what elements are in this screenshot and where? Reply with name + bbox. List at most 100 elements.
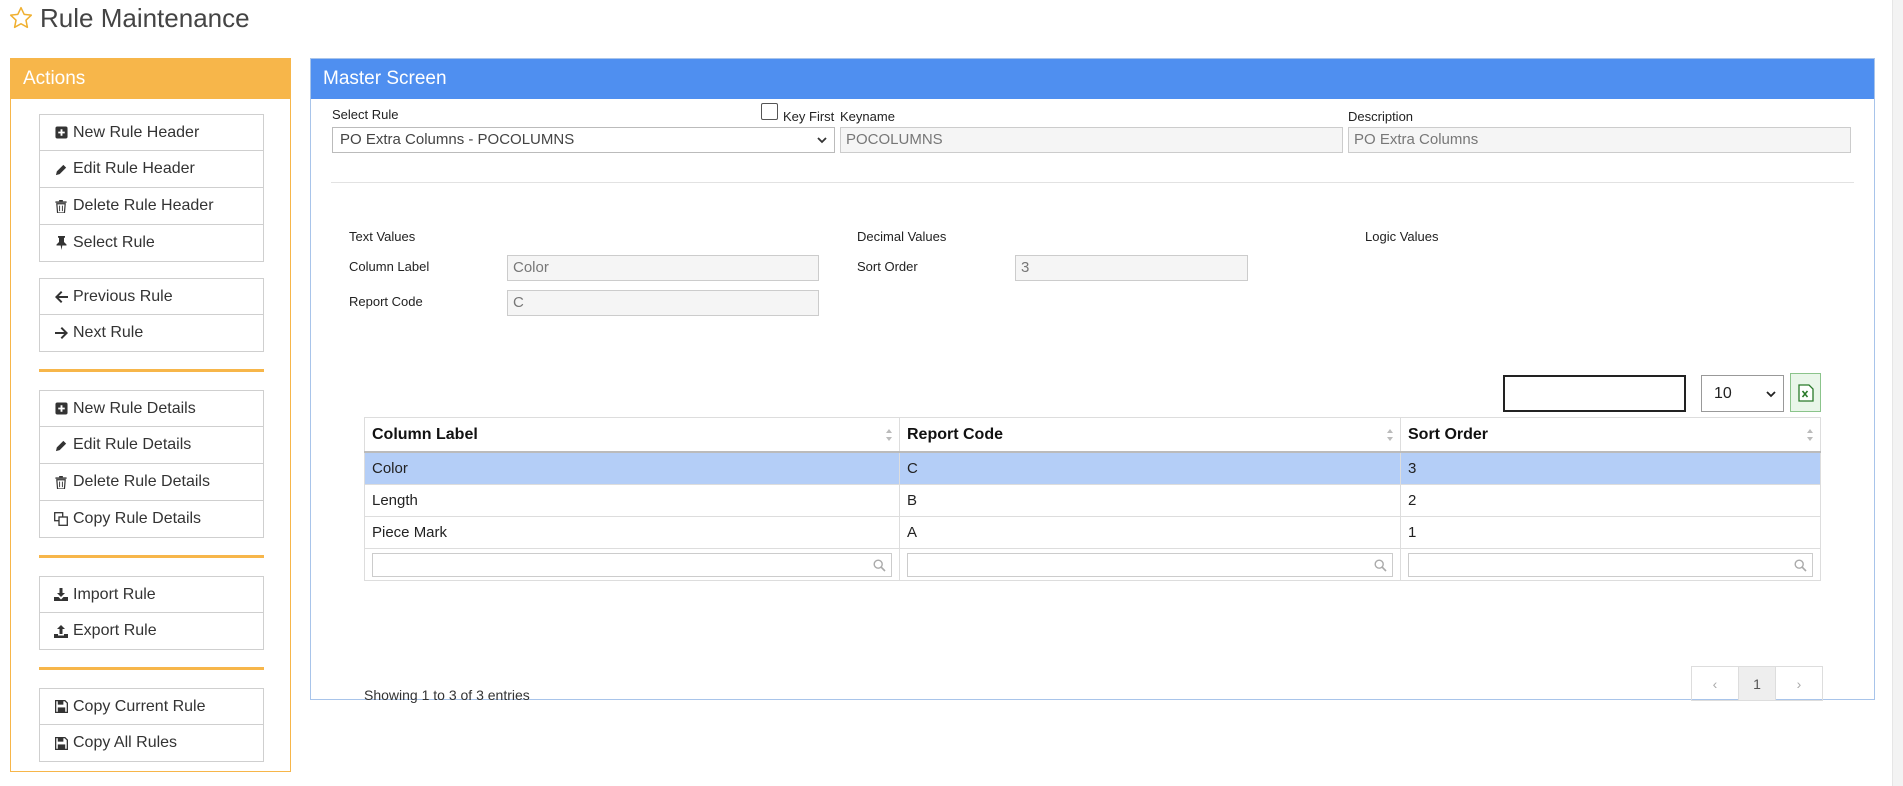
table-cell: 2 [1400,484,1821,517]
details-actions-group: New Rule Details Edit Rule Details Delet… [39,390,264,538]
actions-panel: Actions New Rule Header Edit Rule Header… [10,58,291,772]
download-icon [54,588,68,602]
export-excel-button[interactable] [1790,373,1821,412]
excel-file-icon [1797,383,1814,402]
import-export-group: Import Rule Export Rule [39,576,264,650]
sort-icon [1807,429,1813,441]
export-rule-button[interactable]: Export Rule [39,613,264,650]
edit-rule-details-button[interactable]: Edit Rule Details [39,427,264,464]
master-screen-panel: Master Screen Select Rule PO Extra Colum… [310,58,1875,703]
upload-icon [54,624,68,638]
page-length-value: 10 [1714,385,1732,402]
delete-rule-details-button[interactable]: Delete Rule Details [39,464,264,501]
key-first-checkbox[interactable] [761,103,778,120]
filter-row [364,548,1821,581]
copy-icon [54,512,68,526]
description-value: PO Extra Columns [1354,131,1479,148]
select-rule-button[interactable]: Select Rule [39,225,264,262]
sort-order-field[interactable]: 3 [1015,255,1248,281]
column-header-label: Sort Order [1408,425,1489,443]
text-values-heading: Text Values [349,229,416,244]
previous-rule-button[interactable]: Previous Rule [39,278,264,315]
copy-all-rules-button[interactable]: Copy All Rules [39,725,264,762]
button-label: Copy Rule Details [73,510,202,527]
pagination-page-1[interactable]: 1 [1738,667,1776,700]
description-field[interactable]: PO Extra Columns [1348,127,1851,153]
report-code-field[interactable]: C [507,290,819,316]
button-label: Edit Rule Details [73,436,192,453]
search-icon [1794,558,1807,572]
button-label: Delete Rule Header [73,197,214,214]
chevron-down-icon [817,137,827,144]
trash-icon [54,199,68,213]
plus-square-icon [54,402,68,416]
pagination-next-button[interactable]: › [1776,667,1822,700]
table-row[interactable]: Color C 3 [364,451,1821,485]
new-rule-details-button[interactable]: New Rule Details [39,390,264,427]
column-filter-input[interactable] [1408,552,1813,577]
column-header-column-label[interactable]: Column Label [364,417,900,453]
sort-order-label: Sort Order [857,259,918,274]
floppy-disk-icon [54,700,68,714]
button-label: Delete Rule Details [73,473,210,490]
arrow-right-icon [54,326,68,340]
floppy-disk-icon [54,736,68,750]
next-rule-button[interactable]: Next Rule [39,315,264,352]
key-first-label: Key First [783,109,835,124]
table-cell: B [899,484,1401,517]
navigation-group: Previous Rule Next Rule [39,278,264,352]
pagination-previous-button[interactable]: ‹ [1692,667,1738,700]
page-title-area: Rule Maintenance [8,2,250,34]
select-rule-dropdown[interactable]: PO Extra Columns - POCOLUMNS [332,127,835,153]
plus-square-icon [54,126,68,140]
button-label: Export Rule [73,622,157,639]
copy-rule-details-button[interactable]: Copy Rule Details [39,501,264,538]
section-divider [39,555,264,558]
report-code-value: C [513,294,524,311]
column-label-value: Color [513,259,549,276]
table-cell: C [899,451,1401,485]
table-cell: 3 [1400,451,1821,485]
header-actions-group: New Rule Header Edit Rule Header Delete … [39,114,264,262]
table-search-input[interactable] [1503,375,1686,412]
table-cell: A [899,516,1401,549]
table-cell: Color [364,451,900,485]
pagination: ‹ 1 › [1691,666,1823,701]
window-scrollbar[interactable] [1892,0,1903,786]
column-header-label: Column Label [372,425,478,443]
column-filter-input[interactable] [372,552,892,577]
form-divider [331,182,1854,183]
page-length-select[interactable]: 10 [1701,375,1784,412]
column-header-report-code[interactable]: Report Code [899,417,1401,453]
table-row[interactable]: Length B 2 [364,484,1821,517]
select-rule-value: PO Extra Columns - POCOLUMNS [340,131,575,148]
actions-heading: Actions [11,59,290,99]
master-screen-heading: Master Screen [311,59,1874,99]
page-title: Rule Maintenance [40,2,250,33]
column-filter-input[interactable] [907,552,1393,577]
pencil-icon [54,438,68,452]
chevron-down-icon [1766,391,1776,398]
button-label: Copy All Rules [73,734,178,751]
copy-current-rule-button[interactable]: Copy Current Rule [39,688,264,725]
table-row[interactable]: Piece Mark A 1 [364,516,1821,549]
table-info: Showing 1 to 3 of 3 entries [364,687,530,703]
filter-cell [899,548,1401,581]
keyname-label: Keyname [840,109,895,124]
column-label-label: Column Label [349,259,430,274]
filter-cell [364,548,900,581]
pin-icon [54,236,68,250]
filter-cell [1400,548,1821,581]
edit-rule-header-button[interactable]: Edit Rule Header [39,151,264,188]
delete-rule-header-button[interactable]: Delete Rule Header [39,188,264,225]
star-icon[interactable] [8,5,34,31]
sort-icon [886,429,892,441]
search-icon [1374,558,1387,572]
column-header-sort-order[interactable]: Sort Order [1400,417,1821,453]
import-rule-button[interactable]: Import Rule [39,576,264,613]
pencil-icon [54,162,68,176]
keyname-field[interactable]: POCOLUMNS [840,127,1343,153]
new-rule-header-button[interactable]: New Rule Header [39,114,264,151]
column-label-field[interactable]: Color [507,255,819,281]
button-label: New Rule Details [73,399,196,417]
